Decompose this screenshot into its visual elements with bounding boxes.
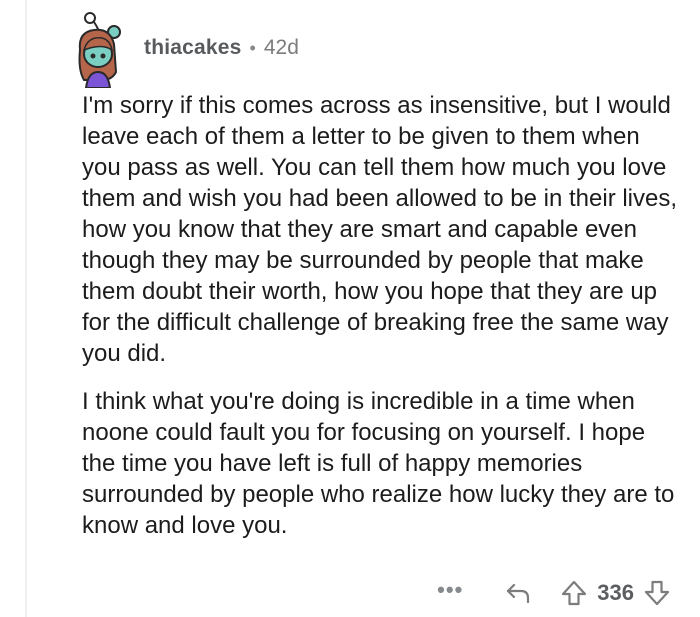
comment-age[interactable]: 42d — [264, 36, 299, 60]
avatar-snoo-icon — [78, 12, 121, 89]
meta-separator: • — [249, 37, 256, 58]
thread-line[interactable] — [25, 0, 27, 617]
comment-body: I'm sorry if this comes across as insens… — [82, 90, 678, 541]
avatar[interactable] — [72, 10, 132, 89]
username-link[interactable]: thiacakes — [144, 36, 242, 60]
comment-actions: ••• 336 — [437, 573, 670, 613]
vote-score: 336 — [597, 580, 634, 605]
upvote-arrow-icon[interactable] — [561, 580, 587, 606]
downvote-arrow-icon[interactable] — [644, 580, 670, 606]
more-options-icon[interactable]: ••• — [437, 579, 463, 607]
comment: thiacakes • 42d I'm sorry if this comes … — [72, 8, 684, 541]
comment-paragraph: I'm sorry if this comes across as insens… — [82, 92, 678, 367]
comment-paragraph: I think what you're doing is incredible … — [82, 388, 675, 539]
reply-arrow-icon[interactable] — [505, 582, 531, 604]
comment-header: thiacakes • 42d — [72, 8, 684, 90]
comment-meta: thiacakes • 42d — [144, 36, 299, 60]
